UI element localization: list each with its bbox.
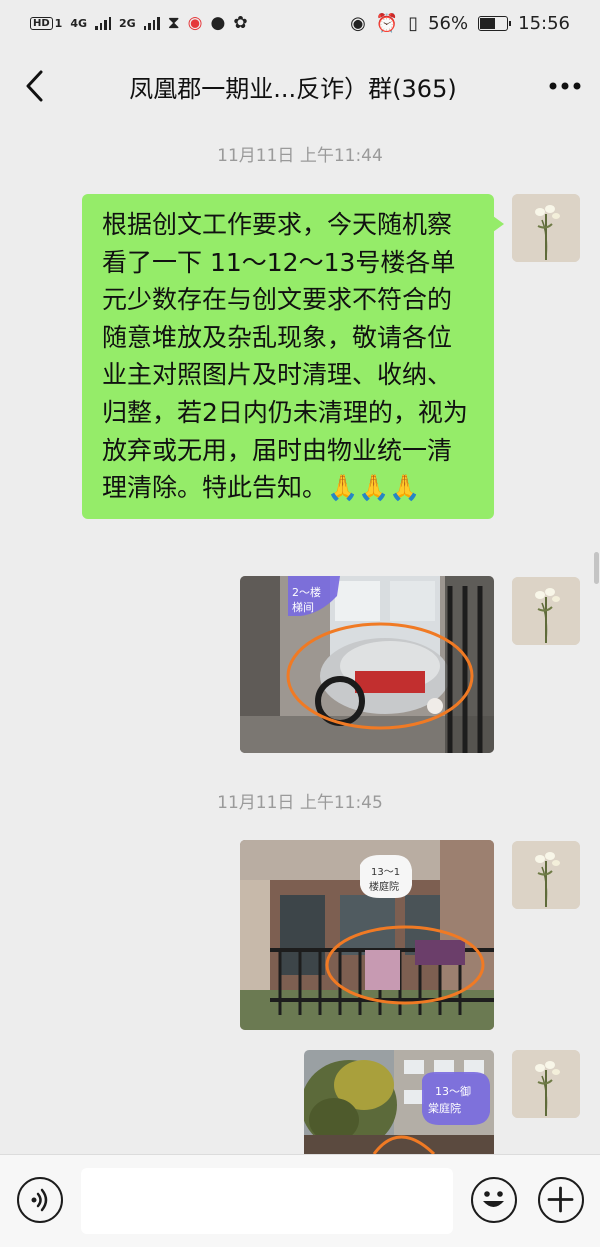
image-message[interactable]: 13～御 棠庭院	[304, 1050, 494, 1154]
plus-icon	[547, 1186, 574, 1213]
emoji-button[interactable]	[471, 1177, 517, 1223]
courtyard-photo: 13～1 楼庭院	[240, 840, 494, 1030]
photo-label: 2～楼	[292, 585, 321, 599]
flower-icon	[512, 1050, 580, 1118]
message-input[interactable]	[81, 1168, 453, 1234]
image-message[interactable]: 2～楼 梯间	[240, 576, 494, 753]
garden-photo: 13～御 棠庭院	[304, 1050, 494, 1154]
back-button[interactable]	[0, 46, 70, 126]
signal-icon-2	[143, 16, 160, 30]
text-message-bubble[interactable]: 根据创文工作要求，今天随机察看了一下 11～12～13号楼各单元少数存在与创文要…	[82, 194, 504, 519]
eye-icon: ◉	[350, 12, 366, 34]
network-2g-label: 2G	[119, 16, 136, 30]
hd-icon: HD	[30, 16, 53, 30]
more-icon	[549, 82, 581, 90]
vibrate-icon: ▯	[408, 12, 419, 34]
chat-header: 凤凰郡一期业...反诈）群(365)	[0, 46, 600, 126]
photo-label-2: 楼庭院	[369, 880, 399, 893]
voice-icon	[31, 1188, 48, 1212]
avatar[interactable]	[512, 194, 580, 262]
more-button[interactable]	[530, 46, 600, 126]
avatar[interactable]	[512, 1050, 580, 1118]
battery-icon	[478, 15, 512, 31]
voice-button[interactable]	[17, 1177, 63, 1223]
status-left: HD 1 4G 2G ⧗ ◉ ● ✿	[30, 13, 248, 33]
status-bar: HD 1 4G 2G ⧗ ◉ ● ✿ ◉ ⏰ ▯ 56% 15:56	[0, 0, 600, 46]
chevron-left-icon	[26, 70, 43, 102]
alarm-icon: ⏰	[375, 12, 399, 34]
input-bar	[0, 1154, 600, 1247]
battery-percent: 56%	[428, 12, 469, 34]
message-icon: ●	[210, 13, 226, 33]
sim-label: 1	[54, 16, 63, 30]
plus-button[interactable]	[538, 1177, 584, 1223]
message-timestamp: 11月11日 上午11:44	[217, 146, 383, 166]
status-time: 15:56	[518, 12, 570, 34]
weibo-icon: ◉	[187, 13, 203, 33]
battery-fill	[480, 17, 495, 29]
photo-label-2: 棠庭院	[428, 1101, 461, 1115]
photo-label: 13～1	[371, 867, 400, 878]
image-message[interactable]: 13～1 楼庭院	[240, 840, 494, 1030]
emoji-icon	[483, 1191, 504, 1207]
signal-icon	[95, 16, 112, 30]
avatar[interactable]	[512, 577, 580, 645]
flower-icon	[512, 194, 580, 262]
photo-label: 13～御	[435, 1084, 471, 1098]
hourglass-icon: ⧗	[167, 13, 180, 33]
paw-icon: ✿	[233, 13, 248, 33]
network-4g-label: 4G	[70, 16, 88, 30]
avatar[interactable]	[512, 841, 580, 909]
chat-title: 凤凰郡一期业...反诈）群(365)	[129, 74, 457, 103]
status-right: ◉ ⏰ ▯ 56% 15:56	[350, 13, 570, 34]
flower-icon	[512, 841, 580, 909]
photo-label-2: 梯间	[292, 601, 314, 614]
scrollbar[interactable]	[594, 552, 599, 584]
flower-icon	[512, 577, 580, 645]
message-timestamp: 11月11日 上午11:45	[217, 793, 383, 813]
stairwell-photo: 2～楼 梯间	[240, 576, 494, 753]
